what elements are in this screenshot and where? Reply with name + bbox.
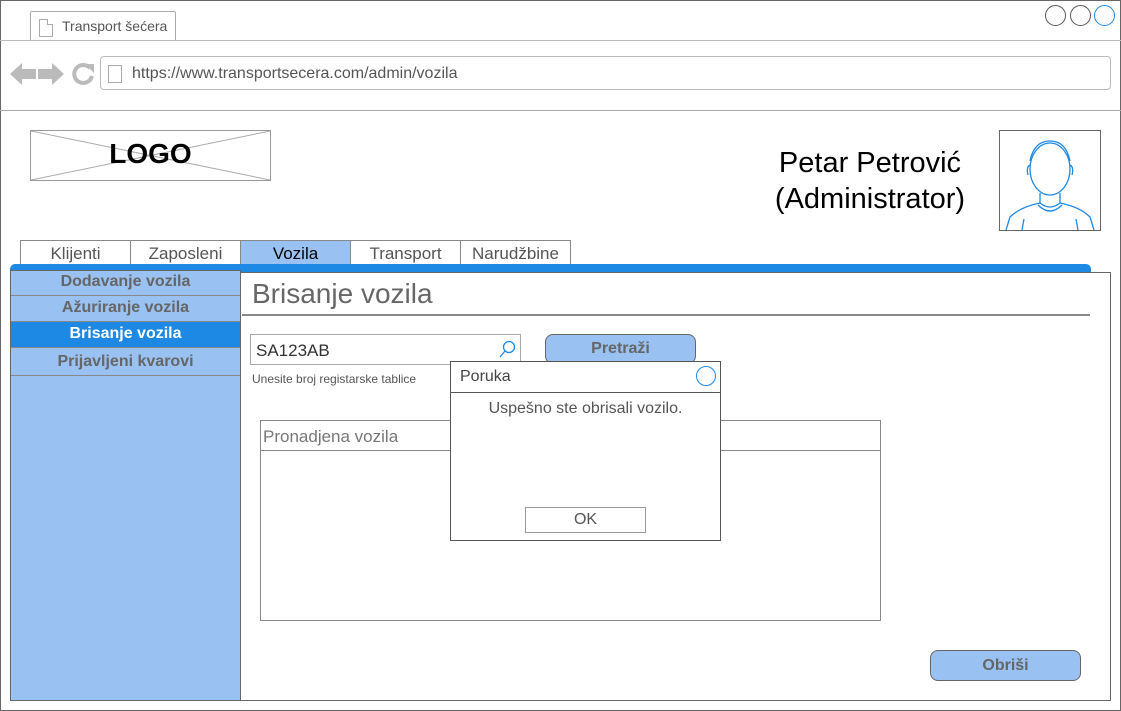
logo-text: LOGO	[109, 138, 192, 169]
dialog-message: Uspešno ste obrisali vozilo.	[488, 400, 683, 417]
forward-arrow-icon[interactable]	[38, 62, 66, 86]
close-icon[interactable]	[696, 366, 716, 386]
address-bar[interactable]: https://www.transportsecera.com/admin/vo…	[100, 56, 1111, 90]
tab-strip-divider	[0, 40, 1121, 41]
minimize-button[interactable]	[1045, 5, 1066, 26]
url-text: https://www.transportsecera.com/admin/vo…	[132, 65, 458, 82]
search-button[interactable]: Pretraži	[545, 334, 696, 364]
title-divider	[242, 314, 1090, 316]
reload-icon[interactable]	[70, 61, 96, 87]
user-info: Petar Petrović (Administrator)	[740, 145, 1000, 217]
logo: LOGO	[30, 130, 271, 181]
tab-klijenti[interactable]: Klijenti	[20, 240, 131, 267]
close-button[interactable]	[1094, 5, 1115, 26]
sidebar-item-dodavanje[interactable]: Dodavanje vozila	[11, 270, 240, 296]
tab-vozila[interactable]: Vozila	[240, 240, 351, 267]
user-name: Petar Petrović	[778, 147, 962, 179]
search-input-value: SA123AB	[256, 341, 330, 360]
page-title: Brisanje vozila	[252, 278, 433, 309]
sidebar-item-azuriranje[interactable]: Ažuriranje vozila	[11, 296, 240, 322]
tab-narudzbine[interactable]: Narudžbine	[460, 240, 571, 267]
user-silhouette-icon	[1005, 140, 1095, 231]
user-role: (Administrator)	[774, 183, 966, 215]
dialog-header: Poruka	[451, 362, 720, 393]
message-dialog: Poruka Uspešno ste obrisali vozilo. OK	[450, 361, 721, 541]
page-icon	[39, 19, 53, 37]
back-arrow-icon[interactable]	[10, 62, 38, 86]
ok-button[interactable]: OK	[525, 507, 646, 533]
toolbar-divider	[0, 110, 1121, 111]
delete-button[interactable]: Obriši	[930, 650, 1081, 681]
sidebar-item-brisanje[interactable]: Brisanje vozila	[11, 322, 240, 348]
dialog-title: Poruka	[460, 368, 511, 385]
tab-zaposleni[interactable]: Zaposleni	[130, 240, 241, 267]
search-icon[interactable]	[498, 340, 516, 360]
browser-tab[interactable]: Transport šećera	[30, 11, 176, 41]
results-header-label: Pronadjena vozila	[263, 427, 399, 446]
avatar[interactable]	[999, 130, 1101, 231]
browser-tab-title: Transport šećera	[62, 18, 168, 34]
sidebar-item-kvarovi[interactable]: Prijavljeni kvarovi	[11, 350, 240, 376]
maximize-button[interactable]	[1070, 5, 1091, 26]
search-hint: Unesite broj registarske tablice	[252, 372, 417, 386]
page-icon	[108, 65, 122, 83]
tab-transport[interactable]: Transport	[350, 240, 461, 267]
